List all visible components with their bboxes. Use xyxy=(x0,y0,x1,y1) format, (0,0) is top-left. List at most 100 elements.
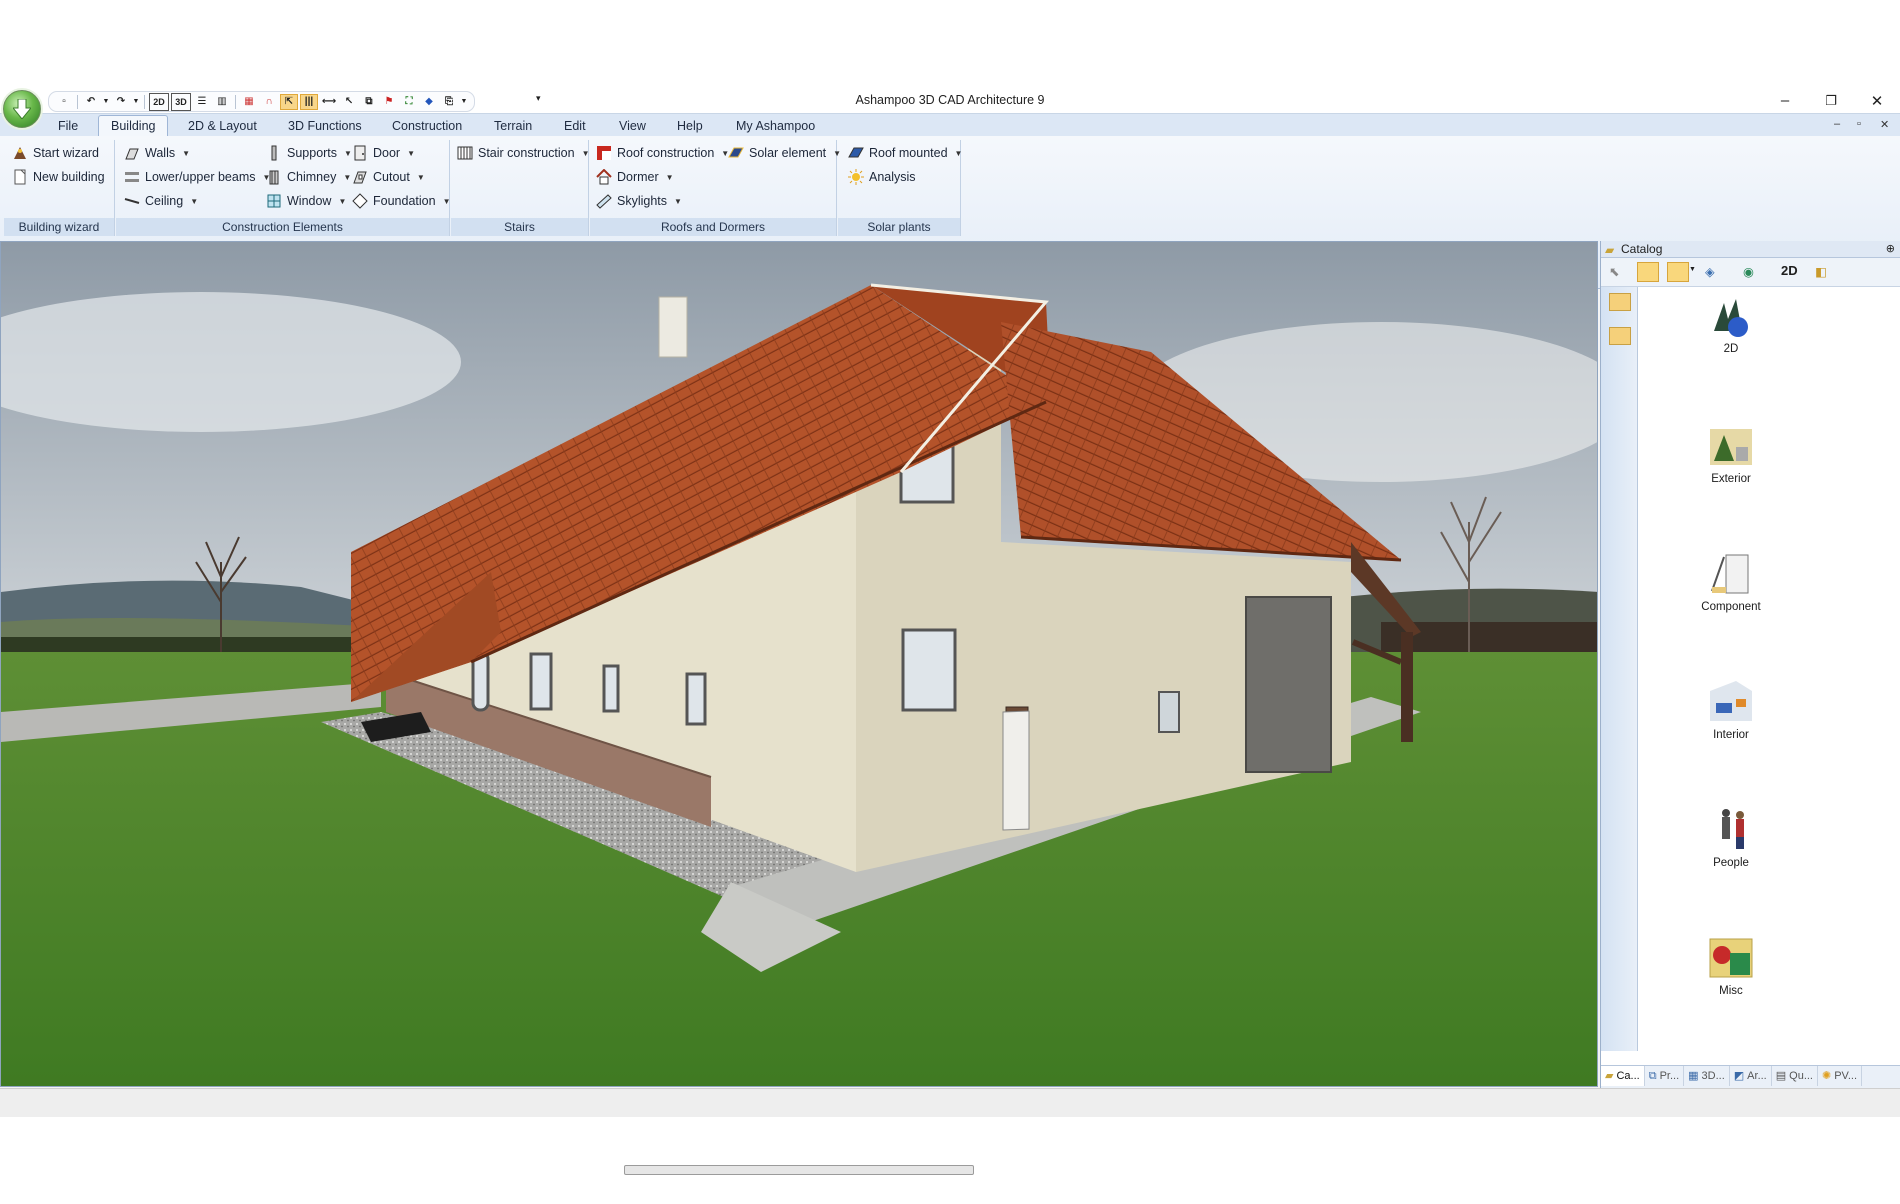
pin-icon[interactable]: ⊕ xyxy=(1886,241,1895,257)
cutout-icon xyxy=(352,169,368,185)
roof-construction-button[interactable]: Roof construction ▼ xyxy=(596,142,729,164)
chevron-down-icon: ▼ xyxy=(674,196,682,206)
tab-3d-functions[interactable]: 3D Functions xyxy=(276,116,374,136)
start-wizard-button[interactable]: Start wizard xyxy=(12,142,99,164)
tab-view[interactable]: View xyxy=(607,116,658,136)
chevron-down-icon: ▼ xyxy=(343,172,352,182)
chevron-down-icon: ▼ xyxy=(344,148,352,158)
roof-icon xyxy=(596,145,612,161)
tab-architecture[interactable]: ◩ Ar... xyxy=(1730,1066,1772,1086)
tab-help[interactable]: Help xyxy=(665,116,715,136)
stair-construction-label: Stair construction xyxy=(478,146,575,160)
mdi-close-icon[interactable]: ✕ xyxy=(1880,118,1889,131)
house-3d-render xyxy=(1,242,1597,1086)
lower-upper-beams-button[interactable]: Lower/upper beams ▼ xyxy=(124,166,270,188)
skylight-icon xyxy=(596,193,612,209)
catalog-item-interior[interactable]: Interior xyxy=(1681,677,1781,741)
maximize-button[interactable]: ❐ xyxy=(1808,88,1854,113)
roof-mounted-button[interactable]: Roof mounted ▼ xyxy=(848,142,962,164)
catalog-title: Catalog xyxy=(1621,242,1663,256)
chimney-icon xyxy=(266,169,282,185)
catalog-item-label: 2D xyxy=(1723,343,1739,355)
chevron-down-icon: ▼ xyxy=(182,148,191,158)
analysis-button[interactable]: Analysis xyxy=(848,166,916,188)
catalog-2d-button[interactable]: 2D xyxy=(1781,263,1798,278)
tab-terrain[interactable]: Terrain xyxy=(482,116,544,136)
chevron-down-icon[interactable]: ▼ xyxy=(1689,266,1696,273)
chevron-down-icon: ▼ xyxy=(665,172,674,182)
walls-label: Walls xyxy=(145,146,176,160)
tab-label: Qu... xyxy=(1789,1070,1813,1082)
catalog-item-misc[interactable]: Misc xyxy=(1681,933,1781,997)
tab-edit[interactable]: Edit xyxy=(552,116,598,136)
chevron-down-icon: ▼ xyxy=(416,172,425,182)
solar-element-button[interactable]: Solar element ▼ xyxy=(728,142,841,164)
catalog-tool-icon[interactable]: ◈ xyxy=(1705,264,1715,279)
house-icon xyxy=(596,168,612,185)
window-button[interactable]: Window ▼ xyxy=(266,190,346,212)
supports-label: Supports xyxy=(287,146,338,160)
skylights-button[interactable]: Skylights ▼ xyxy=(596,190,682,212)
tab-2d-layout[interactable]: 2D & Layout xyxy=(176,116,269,136)
mdi-minimize-icon[interactable]: – xyxy=(1834,118,1840,130)
chimney-button[interactable]: Chimney ▼ xyxy=(266,166,351,188)
supports-button[interactable]: Supports ▼ xyxy=(266,142,352,164)
door-button[interactable]: Door ▼ xyxy=(352,142,415,164)
new-building-label: New building xyxy=(33,170,105,184)
catalog-item-component[interactable]: Component xyxy=(1681,549,1781,613)
tab-construction[interactable]: Construction xyxy=(380,116,474,136)
misc-icon xyxy=(1706,933,1756,983)
catalog-tab-icon: ▰ xyxy=(1605,1070,1614,1082)
tab-file[interactable]: File xyxy=(46,116,90,136)
catalog-item-people[interactable]: People xyxy=(1681,805,1781,869)
group-label: Stairs xyxy=(451,218,588,236)
ceiling-label: Ceiling xyxy=(145,194,184,208)
project-tree-icon: ⧉ xyxy=(1648,1070,1657,1082)
mdi-restore-icon[interactable]: ▫ xyxy=(1857,118,1861,130)
tab-pv[interactable]: ✺ PV... xyxy=(1818,1066,1863,1086)
catalog-item-exterior[interactable]: Exterior xyxy=(1681,421,1781,485)
catalog-view-icon[interactable] xyxy=(1637,262,1659,282)
solar-element-label: Solar element xyxy=(749,146,827,160)
dormer-button[interactable]: Dormer ▼ xyxy=(596,166,674,188)
ceiling-button[interactable]: Ceiling ▼ xyxy=(124,190,198,212)
new-building-button[interactable]: New building xyxy=(12,166,105,188)
group-label: Solar plants xyxy=(838,218,960,236)
walls-icon xyxy=(124,145,140,161)
globe-icon[interactable]: ◉ xyxy=(1743,264,1754,279)
window-label: Window xyxy=(287,194,332,208)
application-menu-button[interactable] xyxy=(3,90,41,128)
catalog-item-2d[interactable]: 2D xyxy=(1681,291,1781,355)
catalog-folder-tool-icon[interactable]: ◧ xyxy=(1815,264,1827,279)
catalog-side-tab-icon[interactable] xyxy=(1609,327,1631,345)
interior-icon xyxy=(1706,677,1756,727)
foundation-button[interactable]: Foundation ▼ xyxy=(352,190,450,212)
roof-construction-label: Roof construction xyxy=(617,146,715,160)
minimize-button[interactable]: – xyxy=(1762,88,1808,113)
stair-construction-button[interactable]: Stair construction ▼ xyxy=(457,142,590,164)
tab-3d-properties[interactable]: ▦ 3D... xyxy=(1684,1066,1730,1086)
tab-catalog[interactable]: ▰ Ca... xyxy=(1601,1066,1645,1086)
cutout-button[interactable]: Cutout ▼ xyxy=(352,166,425,188)
3d-viewport[interactable] xyxy=(0,241,1598,1087)
group-roofs-and-dormers: Roof construction ▼ Dormer ▼ Skylights ▼ So… xyxy=(590,140,841,236)
catalog-header: ▰ Catalog ⊕ xyxy=(1601,241,1900,258)
walls-button[interactable]: Walls ▼ xyxy=(124,142,190,164)
tab-project[interactable]: ⧉ Pr... xyxy=(1645,1066,1685,1086)
catalog-panel: ▰ Catalog ⊕ ⬉ ▼ ◈ ◉ 2D ◧ 2D Exterior Com… xyxy=(1600,241,1900,1088)
group-label: Roofs and Dormers xyxy=(590,218,836,236)
group-stairs: Stair construction ▼ Stairs xyxy=(451,140,590,236)
viewport-horizontal-scrollbar[interactable] xyxy=(624,1165,974,1175)
back-icon[interactable]: ⬉ xyxy=(1609,264,1619,279)
app-window: ▫ ↶ ▼ ↷ ▼ 2D 3D ☰ ▥ ▦ ∩ ⇱ ||| ⟷ ↖ ⧉ ⚑ ⛶ … xyxy=(0,88,1900,1175)
new-document-icon xyxy=(12,169,28,185)
tab-building[interactable]: Building xyxy=(98,115,169,136)
supports-icon xyxy=(266,145,282,161)
favorites-icon[interactable] xyxy=(1667,262,1689,282)
tab-my-ashampoo[interactable]: My Ashampoo xyxy=(724,116,827,136)
tab-quantities[interactable]: ▤ Qu... xyxy=(1772,1066,1818,1086)
close-button[interactable]: ✕ xyxy=(1854,88,1900,113)
group-construction-elements: Walls ▼ Lower/upper beams ▼ Ceiling ▼ Suppo… xyxy=(116,140,450,236)
ribbon-tabs: File Building 2D & Layout 3D Functions C… xyxy=(0,114,1900,136)
catalog-side-tab-icon[interactable] xyxy=(1609,293,1631,311)
